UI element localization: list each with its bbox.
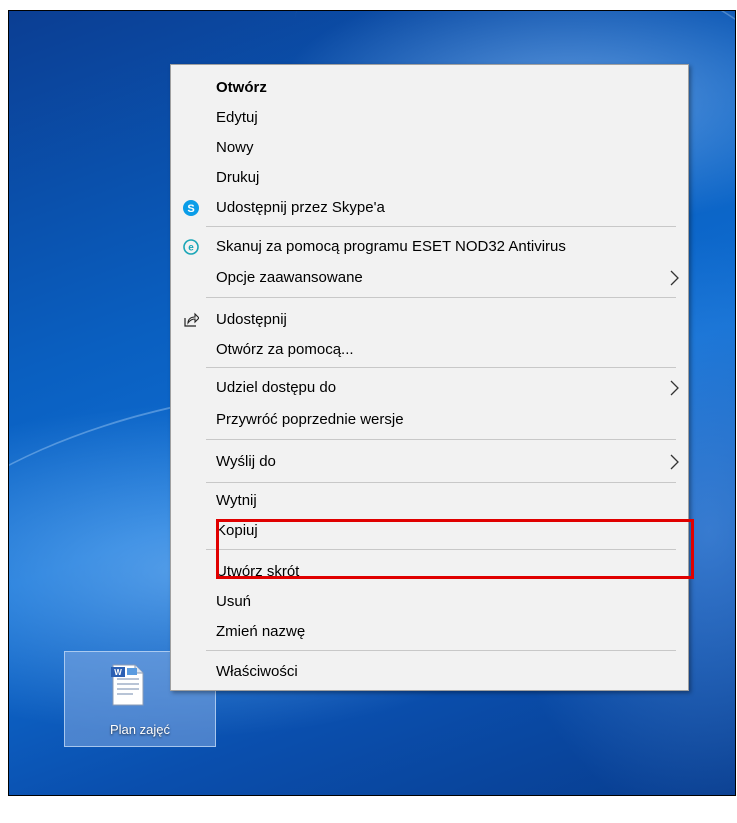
menu-item-nowy[interactable]: Nowy — [171, 133, 688, 163]
eset-icon: e — [183, 239, 199, 255]
menu-item-give-access[interactable]: Udziel dostępu do — [171, 373, 688, 403]
word-document-icon: W — [111, 664, 144, 706]
menu-item-delete[interactable]: Usuń — [171, 587, 688, 617]
menu-item-label: Skanuj za pomocą programu ESET NOD32 Ant… — [216, 238, 566, 255]
menu-separator — [206, 439, 676, 440]
skype-icon: S — [183, 200, 199, 216]
menu-item-create-shortcut[interactable]: Utwórz skrót — [171, 557, 688, 587]
menu-item-edytuj[interactable]: Edytuj — [171, 103, 688, 133]
menu-item-label: Wyślij do — [216, 453, 276, 470]
menu-item-label: Udziel dostępu do — [216, 379, 337, 396]
menu-item-advanced-options[interactable]: Opcje zaawansowane — [171, 263, 688, 293]
context-menu: Otwórz Edytuj Nowy Drukuj S Udostępnij p… — [170, 64, 689, 691]
menu-item-label: Drukuj — [216, 169, 260, 186]
menu-item-label: Edytuj — [216, 109, 258, 126]
menu-item-label: Wytnij — [216, 492, 257, 509]
menu-item-label: Usuń — [216, 593, 252, 610]
chevron-right-icon — [670, 454, 679, 470]
menu-item-restore-versions[interactable]: Przywróć poprzednie wersje — [171, 405, 688, 435]
menu-item-label: Opcje zaawansowane — [216, 269, 363, 286]
menu-separator — [206, 297, 676, 298]
menu-item-udostepnij[interactable]: Udostępnij — [171, 305, 688, 335]
menu-item-label: Utwórz skrót — [216, 563, 300, 580]
menu-item-properties[interactable]: Właściwości — [171, 657, 688, 687]
menu-item-label: Nowy — [216, 139, 254, 156]
svg-text:S: S — [187, 203, 194, 215]
menu-item-rename[interactable]: Zmień nazwę — [171, 617, 688, 647]
menu-item-label: Udostępnij — [216, 311, 287, 328]
menu-separator — [206, 482, 676, 483]
chevron-right-icon — [670, 380, 679, 396]
svg-text:e: e — [188, 243, 194, 254]
menu-separator — [206, 650, 676, 651]
menu-separator — [206, 549, 676, 550]
menu-item-share-skype[interactable]: S Udostępnij przez Skype'a — [171, 193, 688, 223]
menu-separator — [206, 226, 676, 227]
menu-item-cut[interactable]: Wytnij — [171, 486, 688, 516]
menu-item-label: Otwórz — [216, 79, 267, 96]
menu-item-send-to[interactable]: Wyślij do — [171, 447, 688, 477]
menu-item-label: Zmień nazwę — [216, 623, 306, 640]
menu-item-label: Udostępnij przez Skype'a — [216, 199, 385, 216]
menu-item-open-with[interactable]: Otwórz za pomocą... — [171, 335, 688, 365]
desktop-icon-label: Plan zajęć — [110, 722, 170, 737]
menu-item-drukuj[interactable]: Drukuj — [171, 163, 688, 193]
svg-text:W: W — [114, 668, 122, 677]
chevron-right-icon — [670, 270, 679, 286]
menu-item-label: Właściwości — [216, 663, 298, 680]
menu-item-label: Kopiuj — [216, 522, 258, 539]
menu-item-copy[interactable]: Kopiuj — [171, 516, 688, 546]
menu-item-label: Przywróć poprzednie wersje — [216, 411, 404, 428]
menu-item-eset-scan[interactable]: e Skanuj za pomocą programu ESET NOD32 A… — [171, 232, 688, 262]
menu-item-otworz[interactable]: Otwórz — [171, 73, 688, 103]
menu-item-label: Otwórz za pomocą... — [216, 341, 354, 358]
menu-separator — [206, 367, 676, 368]
share-icon — [184, 312, 199, 327]
